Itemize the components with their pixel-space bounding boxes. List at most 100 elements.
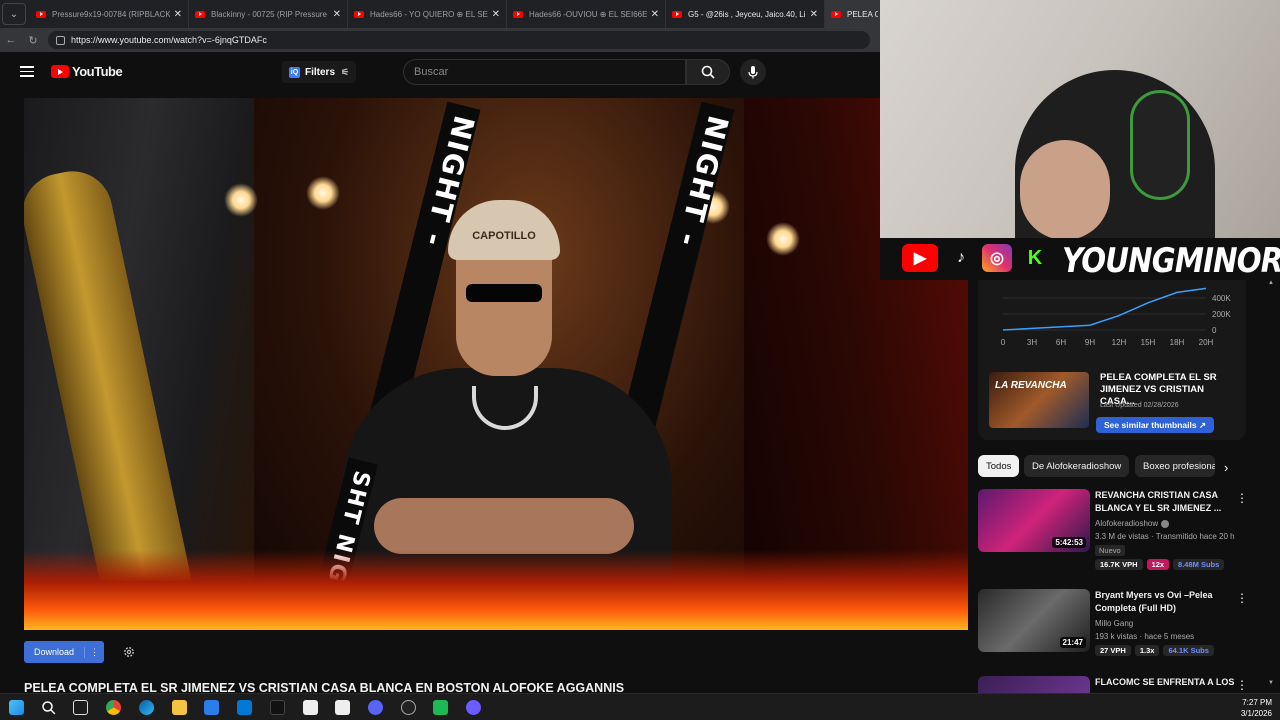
see-similar-thumbnails-button[interactable]: See similar thumbnails ↗ bbox=[1096, 417, 1215, 433]
filters-button[interactable]: iQ Filters ⚟ bbox=[282, 61, 357, 83]
tab-search-chevron-icon[interactable]: ⌄ bbox=[2, 3, 26, 25]
store-icon[interactable] bbox=[204, 700, 219, 715]
recommendation-title[interactable]: FLACOMC SE ENFRENTA A LOS bbox=[1095, 676, 1235, 689]
chevron-right-icon[interactable]: › bbox=[1224, 460, 1228, 475]
close-icon[interactable]: ✕ bbox=[174, 9, 182, 20]
x-tick-label: 12H bbox=[1112, 338, 1127, 347]
hamburger-menu-icon[interactable] bbox=[20, 66, 34, 77]
channel-name-text: Alofokeradioshow bbox=[1095, 519, 1159, 528]
recommendation-title[interactable]: REVANCHA CRISTIAN CASA BLANCA Y EL SR JI… bbox=[1095, 489, 1223, 515]
browser-tab[interactable]: Hades66 -OUVIOU ⊕ EL SEI66EI ✕ bbox=[507, 0, 666, 28]
fire-flames bbox=[24, 550, 968, 630]
youtube-favicon-icon bbox=[36, 10, 46, 18]
close-icon[interactable]: ✕ bbox=[810, 9, 818, 20]
views-series-line bbox=[1002, 287, 1207, 331]
youtube-favicon-icon bbox=[195, 10, 205, 18]
views-line-chart: 400K 200K 0 0 3H 6H 9H 12H 15H 18H 20H bbox=[1001, 287, 1231, 347]
youtube-header: YouTube iQ Filters ⚟ Buscar bbox=[0, 52, 880, 92]
recommendation-thumbnail[interactable] bbox=[978, 676, 1090, 693]
file-explorer-icon[interactable] bbox=[172, 700, 187, 715]
browser-tab[interactable]: G5 - @26is , Jeyceu, Jaico.40, LilCh ✕ bbox=[666, 0, 825, 28]
chip-channel[interactable]: De Alofokeradioshow bbox=[1024, 455, 1130, 477]
download-more-icon[interactable]: ⋮ bbox=[84, 646, 104, 658]
scroll-down-arrow-icon[interactable]: ▼ bbox=[1268, 680, 1274, 686]
system-clock[interactable]: 7:27 PM 3/1/2026 bbox=[1241, 697, 1272, 719]
tab-title: PELEA CO bbox=[847, 9, 878, 19]
recommendation-title[interactable]: Bryant Myers vs Ovi –Pelea Completa (Ful… bbox=[1095, 589, 1223, 615]
media-app-icon[interactable] bbox=[433, 700, 448, 715]
youtube-play-icon bbox=[51, 65, 69, 78]
gear-icon[interactable] bbox=[122, 645, 136, 659]
channel-name[interactable]: Alofokeradioshow bbox=[1095, 519, 1170, 528]
site-info-icon[interactable] bbox=[56, 35, 65, 45]
search-icon bbox=[701, 65, 715, 79]
edge-icon[interactable] bbox=[139, 700, 154, 715]
vph-badge: 27 VPH bbox=[1095, 645, 1131, 656]
browser-tab-active[interactable]: PELEA CO bbox=[825, 0, 885, 28]
scroll-up-arrow-icon[interactable]: ▲ bbox=[1268, 280, 1274, 286]
stat-row: 27 VPH 1.3x 64.1K Subs bbox=[1095, 645, 1214, 656]
url-field[interactable]: https://www.youtube.com/watch?v=-6jnqGTD… bbox=[48, 31, 870, 49]
channel-name[interactable]: Millo Gang bbox=[1095, 619, 1133, 628]
more-options-icon[interactable]: ⋮ bbox=[1236, 491, 1248, 505]
close-icon[interactable]: ✕ bbox=[492, 9, 500, 20]
recommendation-item[interactable]: 5:42:53 REVANCHA CRISTIAN CASA BLANCA Y … bbox=[978, 489, 1268, 579]
view-meta: 193 k vistas · hace 5 meses bbox=[1095, 632, 1195, 641]
reload-icon[interactable]: ↻ bbox=[22, 34, 44, 47]
last-updated-text: Last Updated 02/28/2026 bbox=[1100, 402, 1179, 409]
capcut-alt-icon[interactable] bbox=[335, 700, 350, 715]
tab-title: Hades66 - YO QUIERO ⊕ EL SEI bbox=[370, 9, 488, 19]
search-button[interactable] bbox=[686, 59, 730, 85]
streamer-headset bbox=[1130, 90, 1190, 200]
app-icon[interactable] bbox=[466, 700, 481, 715]
browser-tab[interactable]: Hades66 - YO QUIERO ⊕ EL SEI ✕ bbox=[348, 0, 507, 28]
recommendation-thumbnail[interactable]: 5:42:53 bbox=[978, 489, 1090, 552]
chip-boxeo[interactable]: Boxeo profesional bbox=[1135, 455, 1215, 477]
mail-icon[interactable] bbox=[237, 700, 252, 715]
recommendation-item[interactable]: FLACOMC SE ENFRENTA A LOS ⋮ bbox=[978, 676, 1268, 693]
webcam-overlay bbox=[880, 0, 1280, 238]
browser-tab[interactable]: Blackinny - 00725 (RIP Pressure 9x ✕ bbox=[189, 0, 348, 28]
tiktok-icon: ♪ bbox=[946, 244, 976, 272]
sunglasses bbox=[466, 284, 542, 302]
stat-row: 16.7K VPH 12x 8.48M Subs bbox=[1095, 559, 1225, 570]
search-icon[interactable] bbox=[41, 700, 56, 715]
youtube-logo[interactable]: YouTube bbox=[51, 64, 123, 79]
tab-title: Hades66 -OUVIOU ⊕ EL SEI66EI bbox=[529, 9, 647, 19]
back-arrow-icon[interactable]: ← bbox=[0, 34, 22, 46]
windows-start-icon[interactable] bbox=[9, 700, 24, 715]
cap-logo-text: CAPOTILLO bbox=[472, 230, 536, 242]
task-view-icon[interactable] bbox=[73, 700, 88, 715]
more-options-icon[interactable]: ⋮ bbox=[1236, 678, 1248, 692]
video-duration: 5:42:53 bbox=[1052, 537, 1086, 548]
youtube-icon: ▶ bbox=[902, 244, 938, 272]
chrome-icon[interactable] bbox=[106, 700, 121, 715]
voice-search-button[interactable] bbox=[740, 59, 766, 85]
streamer-brand-name: YOUNGMINOR bbox=[1062, 241, 1280, 281]
video-player[interactable]: NIGHT - NIGHT - CAPOTILLO SHT NIGI bbox=[24, 98, 968, 630]
download-button[interactable]: Download ⋮ bbox=[24, 641, 104, 663]
similar-thumbnail[interactable]: LA REVANCHA bbox=[989, 372, 1089, 428]
recommendation-thumbnail[interactable]: 21:47 bbox=[978, 589, 1090, 652]
x-tick-label: 18H bbox=[1170, 338, 1185, 347]
tab-title: Pressure9x19-00784 (RIPBLACKINI bbox=[52, 9, 170, 19]
capcut-icon[interactable] bbox=[303, 700, 318, 715]
recommendation-item[interactable]: 21:47 Bryant Myers vs Ovi –Pelea Complet… bbox=[978, 589, 1268, 659]
x-tick-label: 0 bbox=[1001, 338, 1006, 347]
x-tick-label: 9H bbox=[1085, 338, 1095, 347]
address-bar: ← ↻ https://www.youtube.com/watch?v=-6jn… bbox=[0, 28, 880, 52]
browser-tab[interactable]: Pressure9x19-00784 (RIPBLACKINI ✕ bbox=[30, 0, 189, 28]
more-options-icon[interactable]: ⋮ bbox=[1236, 591, 1248, 605]
discord-icon[interactable] bbox=[368, 700, 383, 715]
x-tick-label: 20H bbox=[1199, 338, 1214, 347]
close-icon[interactable]: ✕ bbox=[651, 9, 659, 20]
search-input[interactable]: Buscar bbox=[403, 59, 686, 85]
close-icon[interactable]: ✕ bbox=[333, 9, 341, 20]
chip-todos[interactable]: Todos bbox=[978, 455, 1020, 477]
youtube-favicon-icon bbox=[513, 10, 523, 18]
windows-taskbar: 7:27 PM 3/1/2026 bbox=[0, 693, 1280, 720]
youtube-favicon-icon bbox=[831, 10, 841, 18]
obs-icon[interactable] bbox=[401, 700, 416, 715]
tiktok-app-icon[interactable] bbox=[270, 700, 285, 715]
subs-badge: 8.48M Subs bbox=[1173, 559, 1225, 570]
